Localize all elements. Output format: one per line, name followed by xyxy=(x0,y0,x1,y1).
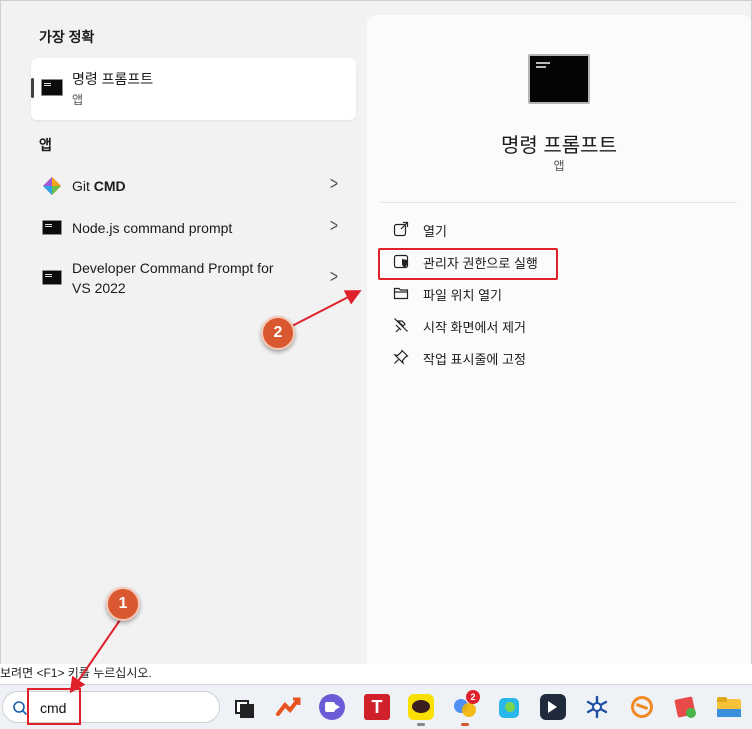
chart-arrow-icon xyxy=(276,697,301,716)
app-item-nodejs-command-prompt[interactable]: Node.js command prompt > xyxy=(31,206,356,246)
highlight-search-input xyxy=(27,688,81,725)
app-item-developer-command-prompt[interactable]: Developer Command Prompt for VS 2022 > xyxy=(31,248,356,300)
app-details-pane: 명령 프롬프트 앱 열기 관리자 권한으로 실행 파일 위치 열기 시작 화면에… xyxy=(367,15,751,669)
step-badge-2: 2 xyxy=(261,316,295,350)
best-match-heading: 가장 정확 xyxy=(39,29,95,45)
action-open[interactable]: 열기 xyxy=(393,218,593,242)
app-icon-copilot[interactable]: 2 xyxy=(452,690,480,726)
running-indicator xyxy=(417,723,425,726)
action-label: 열기 xyxy=(423,224,447,239)
action-open-file-location[interactable]: 파일 위치 열기 xyxy=(393,282,593,306)
action-label: 시작 화면에서 제거 xyxy=(423,320,526,335)
app-type: 앱 xyxy=(553,159,565,173)
app-icon-bird-app[interactable] xyxy=(496,694,522,720)
step-badge-1: 1 xyxy=(106,587,140,621)
highlight-run-as-admin xyxy=(378,248,558,280)
app-icon-dark[interactable] xyxy=(540,694,566,720)
app-item-label: Developer Command Prompt for VS 2022 xyxy=(72,258,274,298)
app-item-label: Git CMD xyxy=(72,176,126,196)
cmd-icon xyxy=(41,79,63,96)
best-match-item[interactable]: 명령 프롬프트 앱 xyxy=(31,58,356,120)
app-item-git-cmd[interactable]: Git CMD > xyxy=(31,164,356,204)
app-icon-t[interactable]: T xyxy=(364,694,390,720)
best-match-name: 명령 프롬프트 xyxy=(72,71,154,87)
chevron-right-icon[interactable]: > xyxy=(330,173,338,194)
app-item-label-bold: CMD xyxy=(93,178,126,194)
divider xyxy=(381,202,737,203)
action-unpin-from-start[interactable]: 시작 화면에서 제거 xyxy=(393,314,593,338)
plus-badge-icon xyxy=(686,708,696,718)
app-item-label-line1: Developer Command Prompt for xyxy=(72,260,274,276)
folder-tab xyxy=(717,697,727,702)
selection-indicator xyxy=(31,78,34,98)
notification-badge: 2 xyxy=(466,690,480,704)
cmd-large-icon xyxy=(528,54,590,104)
app-item-label-plain: Git xyxy=(72,178,90,194)
start-menu-search-panel: 가장 정확 명령 프롬프트 앱 앱 Git CMD > Node.js comm… xyxy=(0,0,752,670)
video-icon-lens xyxy=(335,704,340,710)
cmd-icon-line xyxy=(536,62,550,64)
action-pin-to-taskbar[interactable]: 작업 표시줄에 고정 xyxy=(393,346,593,370)
app-title: 명령 프롬프트 xyxy=(501,135,617,157)
app-icon-notes[interactable] xyxy=(673,694,699,720)
task-view-front xyxy=(240,704,254,718)
t-letter-icon: T xyxy=(371,697,383,717)
apps-heading: 앱 xyxy=(39,137,52,153)
folder-icon xyxy=(393,287,409,300)
file-explorer-icon[interactable] xyxy=(716,694,742,720)
app-icon-kakaotalk[interactable] xyxy=(408,694,434,726)
search-icon xyxy=(13,701,28,716)
pin-icon xyxy=(393,349,409,365)
video-icon xyxy=(325,702,335,712)
taskbar: cmd T 2 xyxy=(0,684,752,729)
speech-bubble-icon xyxy=(412,700,430,713)
chevron-right-icon[interactable]: > xyxy=(330,215,338,236)
cmd-icon-line xyxy=(536,66,546,68)
copilot-blob xyxy=(462,703,476,717)
best-match-type: 앱 xyxy=(72,93,84,107)
hint-text: 보려면 <F1> 키를 누르십시오. xyxy=(0,666,152,680)
git-icon xyxy=(42,176,62,201)
play-arrow-icon xyxy=(548,701,557,713)
action-label: 파일 위치 열기 xyxy=(423,288,502,303)
chevron-right-icon[interactable]: > xyxy=(330,266,338,287)
app-item-label: Node.js command prompt xyxy=(72,220,233,236)
app-icon-snowflake[interactable] xyxy=(584,694,610,720)
hint-strip: 보려면 <F1> 키를 누르십시오. xyxy=(0,664,752,684)
search-results-pane: 가장 정확 명령 프롬프트 앱 앱 Git CMD > Node.js comm… xyxy=(1,1,367,669)
running-indicator xyxy=(461,723,469,726)
app-icon-video-chat[interactable] xyxy=(319,694,345,720)
task-view-icon[interactable] xyxy=(232,694,258,720)
app-item-label-line2: VS 2022 xyxy=(72,280,126,296)
action-label: 작업 표시줄에 고정 xyxy=(423,352,526,367)
unpin-icon xyxy=(394,318,408,333)
app-icon-mail-clock[interactable] xyxy=(629,694,655,720)
folder-front xyxy=(717,709,741,717)
open-external-icon xyxy=(393,221,409,237)
cmd-icon xyxy=(42,270,62,285)
snowflake-icon xyxy=(586,695,608,719)
app-icon-orange-arrow[interactable] xyxy=(276,694,302,720)
cmd-icon xyxy=(42,220,62,235)
bird-icon-head xyxy=(505,702,515,712)
